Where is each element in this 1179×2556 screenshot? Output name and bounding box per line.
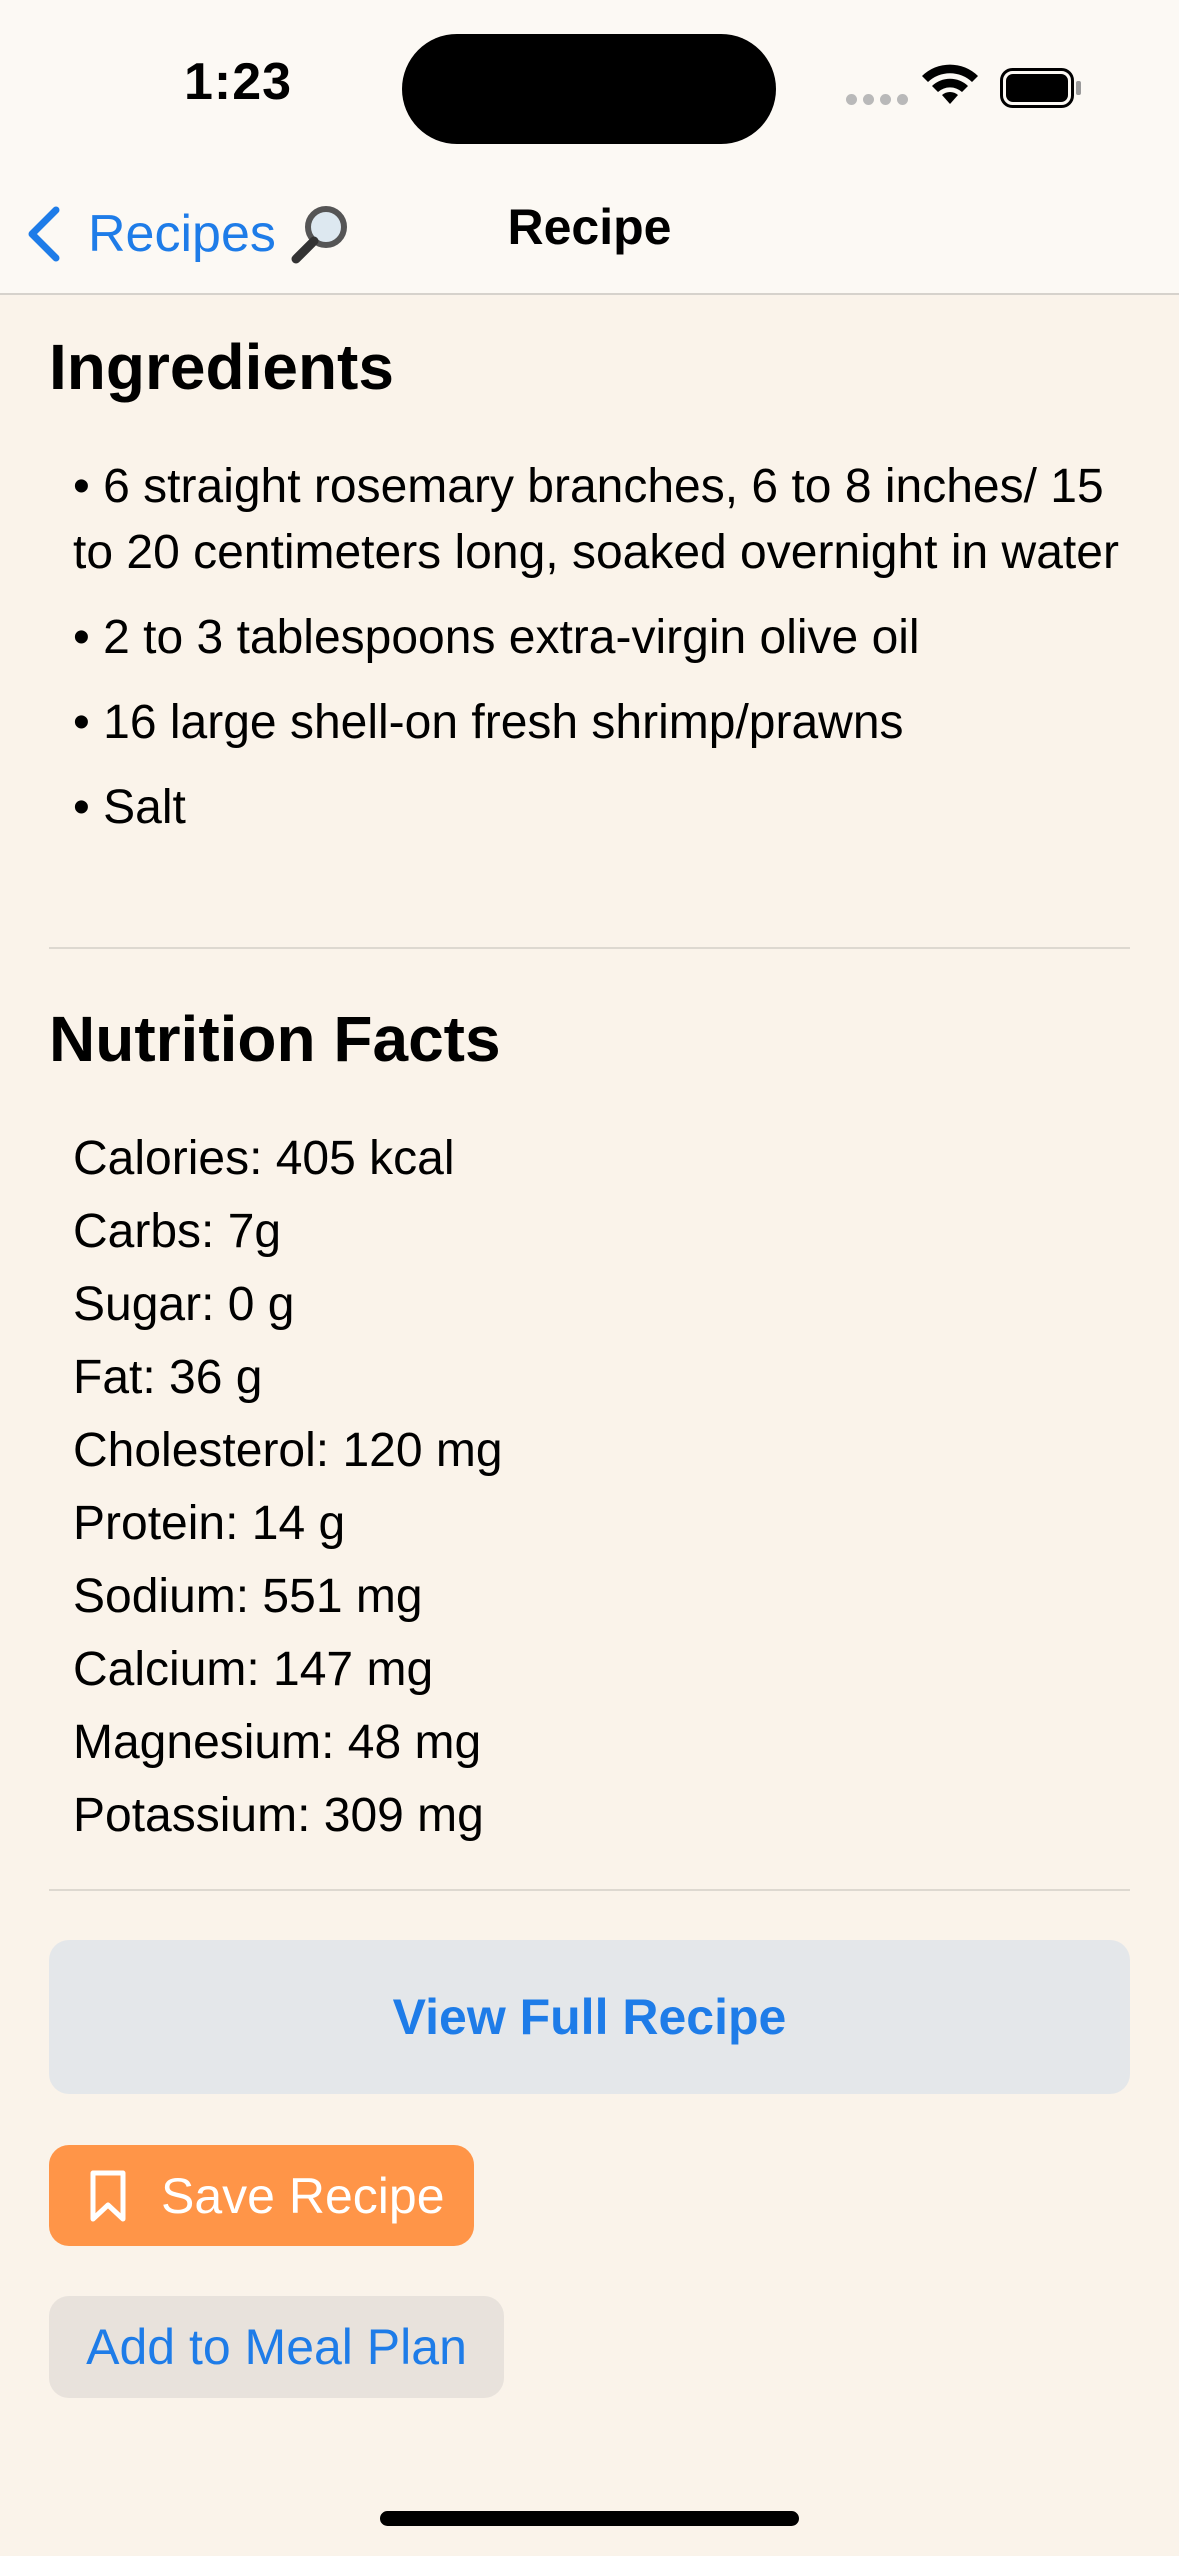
back-label: Recipes [88,205,276,263]
navigation-bar: Recipes Recipe [0,176,1179,295]
divider [49,947,1130,949]
nutrition-item-magnesium: Magnesium: 48 mg [73,1716,482,1769]
status-time: 1:23 [183,53,293,111]
nutrition-item-cholesterol: Cholesterol: 120 mg [73,1424,503,1477]
ingredient-list: • 6 straight rosemary branches, 6 to 8 i… [73,454,1133,860]
nutrition-item-fat: Fat: 36 g [73,1351,263,1404]
nutrition-heading: Nutrition Facts [49,1003,501,1075]
nutrition-item-calories: Calories: 405 kcal [73,1132,455,1185]
ingredient-item: • Salt [73,781,186,834]
ingredient-item: • 16 large shell-on fresh shrimp/prawns [73,696,904,749]
nutrition-item-sugar: Sugar: 0 g [73,1278,295,1331]
chevron-left-icon [28,206,60,262]
nutrition-item-sodium: Sodium: 551 mg [73,1570,423,1623]
save-recipe-button[interactable]: Save Recipe [49,2145,474,2246]
battery-icon [1000,68,1081,108]
bookmark-icon [90,2170,126,2221]
back-button[interactable]: Recipes [24,194,350,274]
ingredient-item: • 6 straight rosemary branches, 6 to 8 i… [73,460,1119,579]
ingredients-heading: Ingredients [49,331,394,403]
save-recipe-label: Save Recipe [161,2167,445,2224]
wifi-icon [922,64,978,104]
nutrition-list: Calories: 405 kcal Carbs: 7g Sugar: 0 g … [73,1122,503,1852]
status-bar: 1:23 [0,0,1179,176]
add-to-meal-plan-button[interactable]: Add to Meal Plan [49,2296,504,2398]
nutrition-item-calcium: Calcium: 147 mg [73,1643,434,1696]
nutrition-item-potassium: Potassium: 309 mg [73,1789,484,1842]
divider [49,1889,1130,1891]
home-indicator[interactable] [380,2511,799,2526]
nutrition-item-protein: Protein: 14 g [73,1497,346,1550]
dynamic-island [402,34,776,144]
nutrition-item-carbs: Carbs: 7g [73,1205,282,1258]
ingredient-item: • 2 to 3 tablespoons extra-virgin olive … [73,611,920,664]
magnifier-icon [291,206,347,264]
cellular-signal-icon [846,94,908,105]
view-full-recipe-button[interactable]: View Full Recipe [49,1940,1130,2094]
